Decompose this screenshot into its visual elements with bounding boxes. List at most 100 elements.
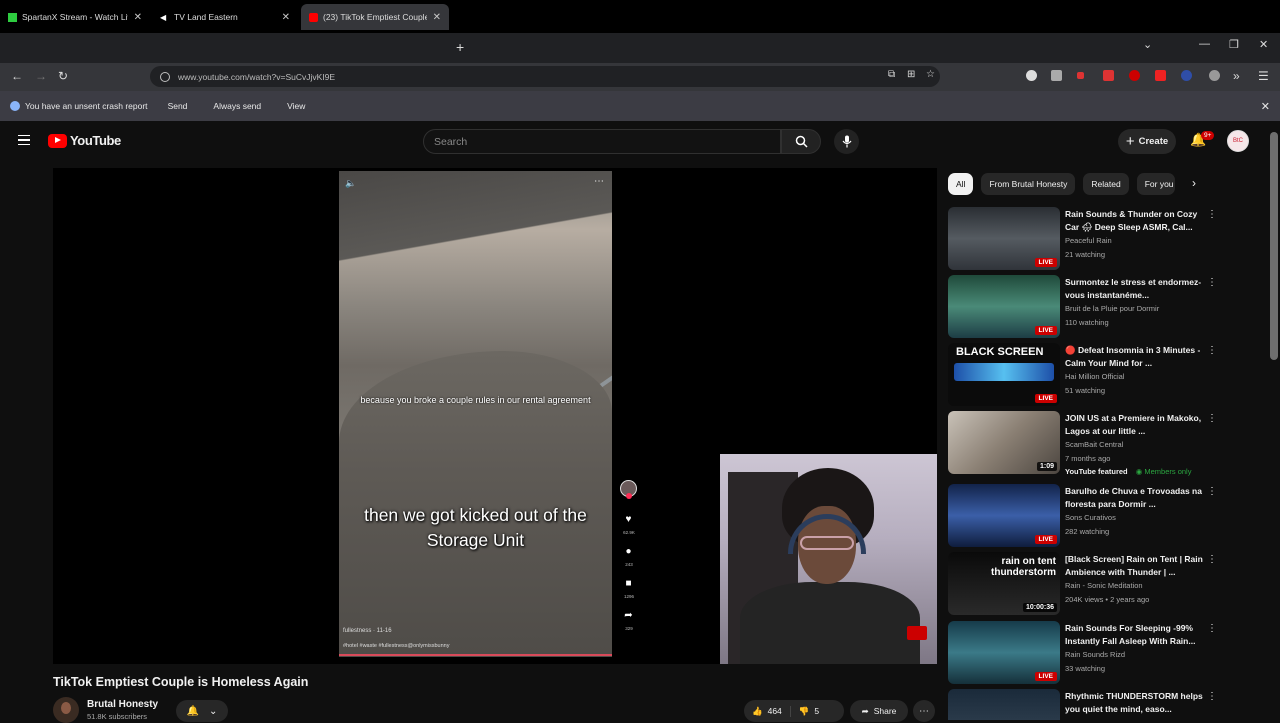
- close-window-icon[interactable]: ✕: [1259, 38, 1268, 51]
- recommendation-channel[interactable]: Peaceful Rain: [1065, 236, 1112, 245]
- thumbs-down-icon: 👎: [798, 705, 810, 716]
- channel-name[interactable]: Brutal Honesty: [87, 699, 158, 710]
- recommendation-item[interactable]: 1:09 JOIN US at a Premiere in Makoko, La…: [948, 411, 1268, 476]
- close-tab-icon[interactable]: ✕: [433, 12, 441, 23]
- browser-menu-icon[interactable]: ☰: [1258, 69, 1269, 83]
- subscription-bell-button[interactable]: 🔔 ⌄: [176, 700, 228, 722]
- recommendation-title[interactable]: Surmontez le stress et endormez-vous ins…: [1065, 276, 1205, 302]
- tiktok-action-rail: ♥ 62.9K ● 243 ■ 1296 ➦ 329: [618, 480, 640, 660]
- recommendation-title[interactable]: Rhythmic THUNDERSTORM helps you quiet th…: [1065, 690, 1205, 716]
- recommendation-channel[interactable]: Sons Curativos: [1065, 513, 1116, 522]
- search-input[interactable]: Search: [423, 129, 781, 154]
- recommendation-title[interactable]: JOIN US at a Premiere in Makoko, Lagos a…: [1065, 412, 1205, 438]
- chip-for-you[interactable]: For you: [1136, 173, 1175, 195]
- new-tab-icon[interactable]: +: [456, 39, 464, 55]
- recommendation-item[interactable]: LIVE Rain Sounds For Sleeping -99% Insta…: [948, 621, 1268, 685]
- tab-youtube[interactable]: (23) TikTok Emptiest Couple ✕: [301, 4, 449, 30]
- minimize-icon[interactable]: —: [1199, 38, 1210, 50]
- like-button[interactable]: 👍 464: [744, 705, 791, 717]
- extension-icon[interactable]: [1129, 70, 1140, 81]
- tab-spartanx[interactable]: SpartanX Stream - Watch Live o ✕: [0, 4, 150, 30]
- search-button[interactable]: [781, 129, 821, 154]
- video-thumbnail[interactable]: rain on tent thunderstorm 10:00:36: [948, 552, 1060, 615]
- like-count: 464: [767, 706, 782, 716]
- recommendation-channel[interactable]: ScamBait Central: [1065, 440, 1123, 449]
- tab-search-icon[interactable]: ⌄: [1143, 38, 1152, 51]
- create-button[interactable]: + Create: [1118, 129, 1176, 154]
- url-field[interactable]: www.youtube.com/watch?v=SuCvJjvKI9E: [150, 66, 940, 87]
- video-thumbnail[interactable]: LIVE: [948, 207, 1060, 270]
- recommendation-title[interactable]: [Black Screen] Rain on Tent | Rain Ambie…: [1065, 553, 1205, 579]
- install-icon[interactable]: ⊞: [907, 69, 915, 80]
- dislike-button[interactable]: 👎 5: [791, 706, 827, 717]
- recommendation-item[interactable]: rain on tent thunderstorm 10:00:36 [Blac…: [948, 552, 1268, 616]
- more-vertical-icon[interactable]: ⋮: [1207, 413, 1217, 424]
- always-send-button[interactable]: Always send: [207, 98, 267, 114]
- search-placeholder: Search: [434, 135, 468, 148]
- account-avatar[interactable]: BtC: [1227, 130, 1249, 152]
- reload-icon[interactable]: ↻: [58, 69, 68, 83]
- youtube-play-icon: [48, 133, 67, 148]
- close-tab-icon[interactable]: ✕: [134, 12, 142, 23]
- chip-all[interactable]: All: [948, 173, 974, 195]
- send-button[interactable]: Send: [162, 98, 194, 114]
- restore-icon[interactable]: ❐: [1229, 38, 1239, 51]
- recommendation-item[interactable]: LIVE Rain Sounds & Thunder on Cozy Car 🌧…: [948, 207, 1268, 271]
- back-icon[interactable]: ←: [11, 69, 23, 83]
- video-thumbnail[interactable]: LIVE: [948, 621, 1060, 684]
- cast-icon[interactable]: ⧉: [888, 69, 895, 80]
- duration-badge: 10:00:36: [1022, 603, 1057, 612]
- video-thumbnail[interactable]: BLACK SCREEN LIVE: [948, 343, 1060, 406]
- more-extensions-icon[interactable]: »: [1233, 69, 1240, 83]
- recommendation-title[interactable]: Barulho de Chuva e Trovoadas na floresta…: [1065, 485, 1205, 511]
- more-actions-button[interactable]: ⋯: [913, 700, 935, 722]
- more-vertical-icon[interactable]: ⋮: [1207, 345, 1217, 356]
- more-vertical-icon[interactable]: ⋮: [1207, 623, 1217, 634]
- video-thumbnail[interactable]: LIVE: [948, 275, 1060, 338]
- menu-hamburger-icon[interactable]: [18, 135, 30, 145]
- extension-icon[interactable]: [1077, 72, 1084, 79]
- featured-label: YouTube featured ◉ Members only: [1065, 467, 1191, 476]
- video-thumbnail[interactable]: [948, 689, 1060, 720]
- view-button[interactable]: View: [281, 98, 311, 114]
- extensions-puzzle-icon[interactable]: [1209, 70, 1220, 81]
- recommendation-channel[interactable]: Rain Sounds Rizd: [1065, 650, 1125, 659]
- youtube-logo[interactable]: YouTube: [48, 133, 121, 148]
- channel-avatar[interactable]: [53, 697, 79, 723]
- recommendation-item[interactable]: BLACK SCREEN LIVE 🔴 Defeat Insomnia in 3…: [948, 343, 1268, 407]
- extension-icon[interactable]: [1051, 70, 1062, 81]
- recommendation-channel[interactable]: Bruit de la Pluie pour Dormir: [1065, 304, 1159, 313]
- more-vertical-icon[interactable]: ⋮: [1207, 554, 1217, 565]
- chip-from-channel[interactable]: From Brutal Honesty: [981, 173, 1076, 195]
- close-tab-icon[interactable]: ✕: [282, 12, 290, 23]
- tab-tv-land[interactable]: ◀ TV Land Eastern ✕: [152, 4, 298, 30]
- members-only-text: Members only: [1144, 467, 1192, 476]
- recommendation-channel[interactable]: Hai Million Official: [1065, 372, 1124, 381]
- recommendation-title[interactable]: Rain Sounds & Thunder on Cozy Car 🌧 Deep…: [1065, 208, 1205, 234]
- recommendation-title[interactable]: Rain Sounds For Sleeping -99% Instantly …: [1065, 622, 1205, 648]
- voice-search-button[interactable]: [834, 129, 859, 154]
- recommendation-item[interactable]: Rhythmic THUNDERSTORM helps you quiet th…: [948, 689, 1268, 720]
- more-vertical-icon[interactable]: ⋮: [1207, 209, 1217, 220]
- page-scrollbar[interactable]: [1270, 132, 1278, 360]
- bookmark-star-icon[interactable]: ☆: [926, 69, 935, 80]
- recommendation-item[interactable]: LIVE Barulho de Chuva e Trovoadas na flo…: [948, 484, 1268, 548]
- forward-icon[interactable]: →: [35, 69, 47, 83]
- video-thumbnail[interactable]: LIVE: [948, 484, 1060, 547]
- more-vertical-icon[interactable]: ⋮: [1207, 486, 1217, 497]
- recommendation-item[interactable]: LIVE Surmontez le stress et endormez-vou…: [948, 275, 1268, 339]
- close-infobar-icon[interactable]: ✕: [1261, 100, 1270, 113]
- more-vertical-icon[interactable]: ⋮: [1207, 691, 1217, 702]
- extension-icon[interactable]: [1103, 70, 1114, 81]
- site-info-icon[interactable]: [160, 71, 170, 82]
- extension-icon[interactable]: [1155, 70, 1166, 81]
- share-button[interactable]: ➦ Share: [850, 700, 908, 722]
- chevron-right-icon[interactable]: ›: [1192, 176, 1196, 190]
- more-vertical-icon[interactable]: ⋮: [1207, 277, 1217, 288]
- extension-icon[interactable]: [1026, 70, 1037, 81]
- recommendation-channel[interactable]: Rain - Sonic Meditation: [1065, 581, 1143, 590]
- recommendation-title[interactable]: 🔴 Defeat Insomnia in 3 Minutes - Calm Yo…: [1065, 344, 1205, 370]
- chip-related[interactable]: Related: [1083, 173, 1129, 195]
- video-thumbnail[interactable]: 1:09: [948, 411, 1060, 474]
- extension-icon[interactable]: [1181, 70, 1192, 81]
